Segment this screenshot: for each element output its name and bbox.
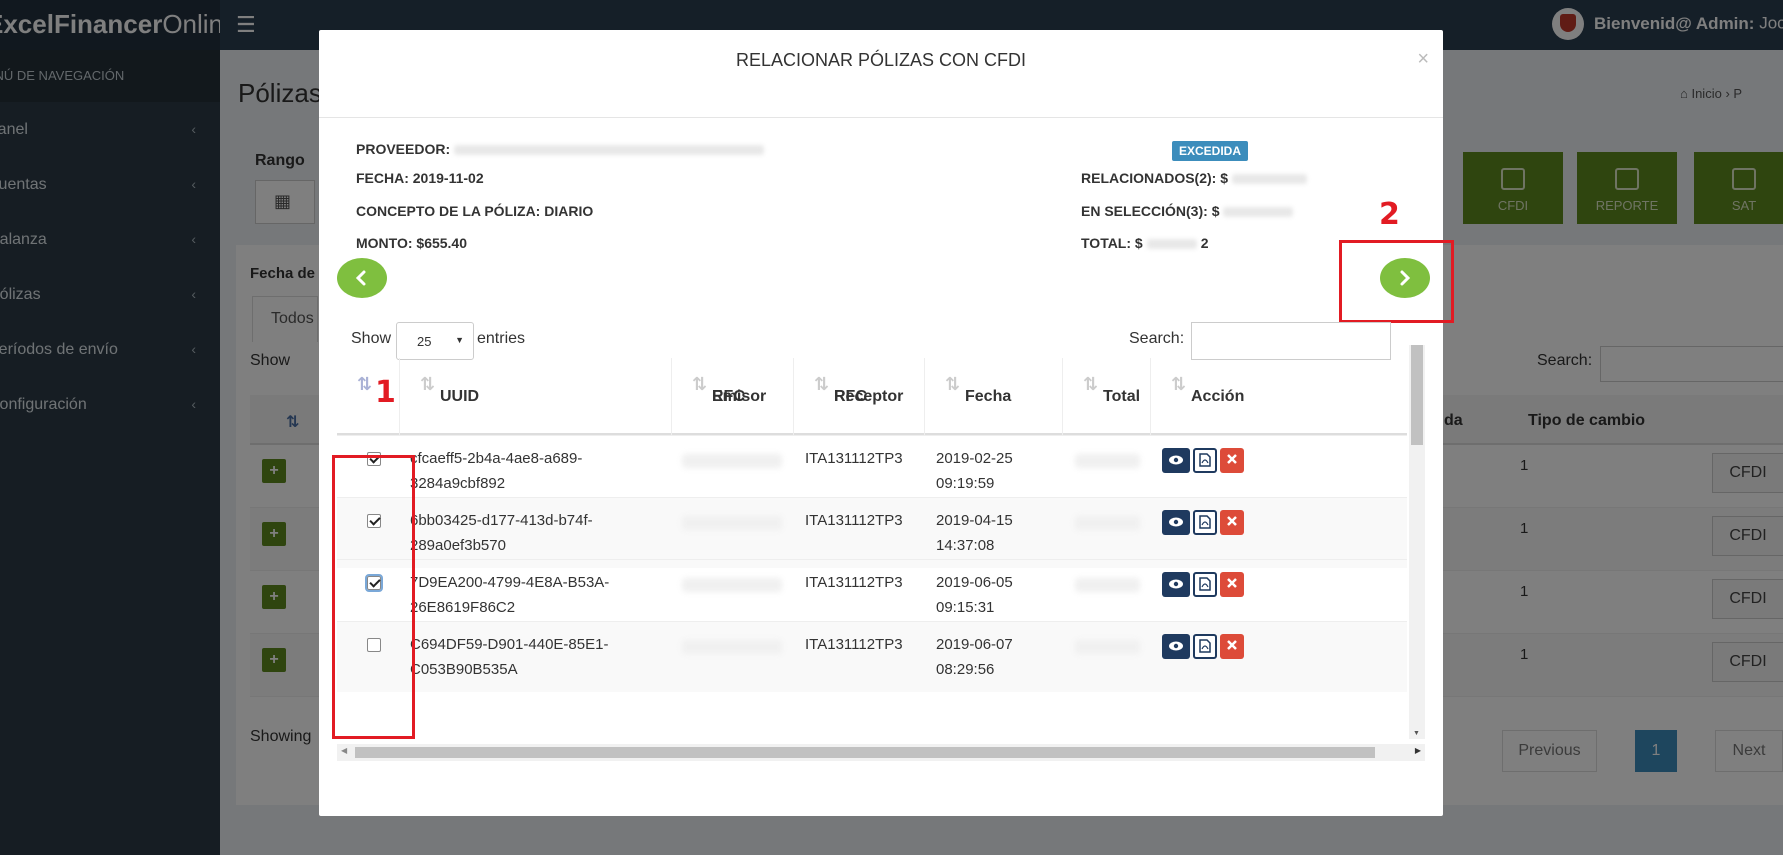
relacionados-label: RELACIONADOS(2): — [1081, 170, 1217, 186]
pdf-icon — [1199, 577, 1211, 591]
delete-button[interactable] — [1220, 448, 1244, 473]
concepto-info: CONCEPTO DE LA PÓLIZA: DIARIO — [356, 203, 594, 219]
uuid-cell: cfcaeff5-2b4a-4ae8-a689- 3284a9cbf892 — [410, 450, 583, 492]
redacted-emisor — [682, 454, 782, 468]
table-scroll-area: ⇅ UUID ⇅ RFC Emisor ⇅ RFC Receptor ⇅ Fecha ⇅ T… — [337, 315, 1425, 761]
annotation-box-1 — [332, 455, 415, 739]
redacted-value — [1232, 174, 1308, 185]
delete-button[interactable] — [1220, 634, 1244, 659]
scroll-left-icon[interactable]: ◀ — [341, 746, 347, 755]
table-row: C694DF59-D901-440E-85E1- C053B90B535A ITA… — [337, 621, 1407, 692]
redacted-value — [1146, 239, 1197, 250]
redacted-total — [1075, 578, 1140, 592]
relate-policies-modal: RELACIONAR PÓLIZAS CON CFDI × PROVEEDOR:… — [319, 30, 1454, 816]
annotation-number-2: 2 — [1379, 197, 1400, 232]
scroll-down-icon[interactable]: ▼ — [1413, 730, 1420, 737]
column-header-uuid[interactable]: UUID ⇅ — [400, 358, 672, 435]
redacted-total — [1075, 640, 1140, 654]
close-icon[interactable]: × — [1417, 48, 1429, 71]
receptor-cell: ITA131112TP3 — [805, 574, 903, 591]
horizontal-scrollbar[interactable]: ◀ ▶ — [337, 744, 1425, 761]
pdf-icon — [1199, 639, 1211, 653]
redacted-value — [1223, 207, 1294, 218]
pdf-button[interactable] — [1193, 510, 1217, 535]
currency-prefix: $ — [1134, 235, 1143, 251]
date-cell: 2019-06-05 09:15:31 — [936, 574, 1013, 616]
scrollbar-thumb[interactable] — [355, 747, 1375, 758]
total-suffix: 2 — [1200, 235, 1209, 251]
chevron-left-icon — [355, 270, 366, 286]
relacionados-info: RELACIONADOS(2): $ — [1081, 170, 1308, 186]
en-seleccion-info: EN SELECCIÓN(3): $ — [1081, 203, 1294, 219]
uuid-cell: 7D9EA200-4799-4E8A-B53A- 26E8619F86C2 — [410, 574, 610, 616]
view-button[interactable] — [1162, 510, 1190, 535]
eye-icon — [1169, 641, 1183, 651]
scroll-right-icon[interactable]: ▶ — [1415, 746, 1421, 755]
column-header-accion[interactable]: Acción ⇅ — [1151, 358, 1259, 435]
eye-icon — [1169, 455, 1183, 465]
eye-icon — [1169, 517, 1183, 527]
sort-icon: ⇅ — [1171, 374, 1186, 394]
redacted-emisor — [682, 516, 782, 530]
redacted-emisor — [682, 640, 782, 654]
annotation-box-2 — [1339, 240, 1454, 323]
scrollbar-thumb[interactable] — [1411, 345, 1423, 445]
close-icon — [1227, 578, 1237, 588]
receptor-cell: ITA131112TP3 — [805, 512, 903, 529]
redacted-value — [454, 145, 765, 156]
close-icon — [1227, 640, 1237, 650]
en-seleccion-label: EN SELECCIÓN(3): — [1081, 203, 1208, 219]
prev-button[interactable] — [337, 258, 387, 298]
view-button[interactable] — [1162, 448, 1190, 473]
total-info: TOTAL: $2 — [1081, 235, 1209, 251]
monto-info: MONTO: $655.40 — [356, 235, 468, 251]
table-row: 7D9EA200-4799-4E8A-B53A- 26E8619F86C2 ITA… — [337, 559, 1407, 630]
date-cell: 2019-06-07 08:29:56 — [936, 636, 1013, 678]
column-header-fecha[interactable]: Fecha ⇅ — [925, 358, 1063, 435]
fecha-info: FECHA: 2019-11-02 — [356, 170, 484, 186]
proveedor-info: PROVEEDOR: — [356, 141, 765, 157]
table-row: cfcaeff5-2b4a-4ae8-a689- 3284a9cbf892 ITA… — [337, 435, 1407, 506]
column-header-rfc-emisor[interactable]: RFC Emisor ⇅ — [672, 358, 794, 435]
uuid-cell: C694DF59-D901-440E-85E1- C053B90B535A — [410, 636, 609, 678]
receptor-cell: ITA131112TP3 — [805, 636, 903, 653]
pdf-button[interactable] — [1193, 572, 1217, 597]
modal-header: RELACIONAR PÓLIZAS CON CFDI × — [319, 30, 1443, 118]
delete-button[interactable] — [1220, 572, 1244, 597]
column-header-rfc-receptor[interactable]: RFC Receptor ⇅ — [794, 358, 925, 435]
total-label: TOTAL: — [1081, 235, 1132, 251]
date-cell: 2019-04-15 14:37:08 — [936, 512, 1013, 554]
sort-icon: ⇅ — [945, 374, 960, 394]
annotation-number-1: 1 — [375, 375, 396, 410]
delete-button[interactable] — [1220, 510, 1244, 535]
table-row: 6bb03425-d177-413d-b74f- 289a0ef3b570 ITA… — [337, 497, 1407, 568]
sort-icon: ⇅ — [420, 374, 435, 394]
column-header-total[interactable]: Total ⇅ — [1063, 358, 1151, 435]
status-badge: EXCEDIDA — [1172, 141, 1249, 161]
pdf-button[interactable] — [1193, 448, 1217, 473]
pdf-icon — [1199, 515, 1211, 529]
redacted-emisor — [682, 578, 782, 592]
modal-title: RELACIONAR PÓLIZAS CON CFDI — [735, 50, 1027, 70]
close-icon — [1227, 454, 1237, 464]
receptor-cell: ITA131112TP3 — [805, 450, 903, 467]
view-button[interactable] — [1162, 634, 1190, 659]
eye-icon — [1169, 579, 1183, 589]
sort-icon: ⇅ — [1083, 374, 1098, 394]
redacted-total — [1075, 454, 1140, 468]
currency-prefix: $ — [1211, 203, 1220, 219]
redacted-total — [1075, 516, 1140, 530]
sort-icon: ⇅ — [692, 374, 707, 394]
uuid-cell: 6bb03425-d177-413d-b74f- 289a0ef3b570 — [410, 512, 593, 554]
pdf-icon — [1199, 453, 1211, 467]
pdf-button[interactable] — [1193, 634, 1217, 659]
table-header: ⇅ UUID ⇅ RFC Emisor ⇅ RFC Receptor ⇅ Fecha ⇅ T… — [337, 358, 1407, 435]
date-cell: 2019-02-25 09:19:59 — [936, 450, 1013, 492]
view-button[interactable] — [1162, 572, 1190, 597]
currency-prefix: $ — [1220, 170, 1229, 186]
proveedor-label: PROVEEDOR: — [356, 141, 451, 157]
sort-icon: ⇅ — [814, 374, 829, 394]
close-icon — [1227, 516, 1237, 526]
vertical-scrollbar[interactable]: ▼ — [1409, 345, 1425, 739]
